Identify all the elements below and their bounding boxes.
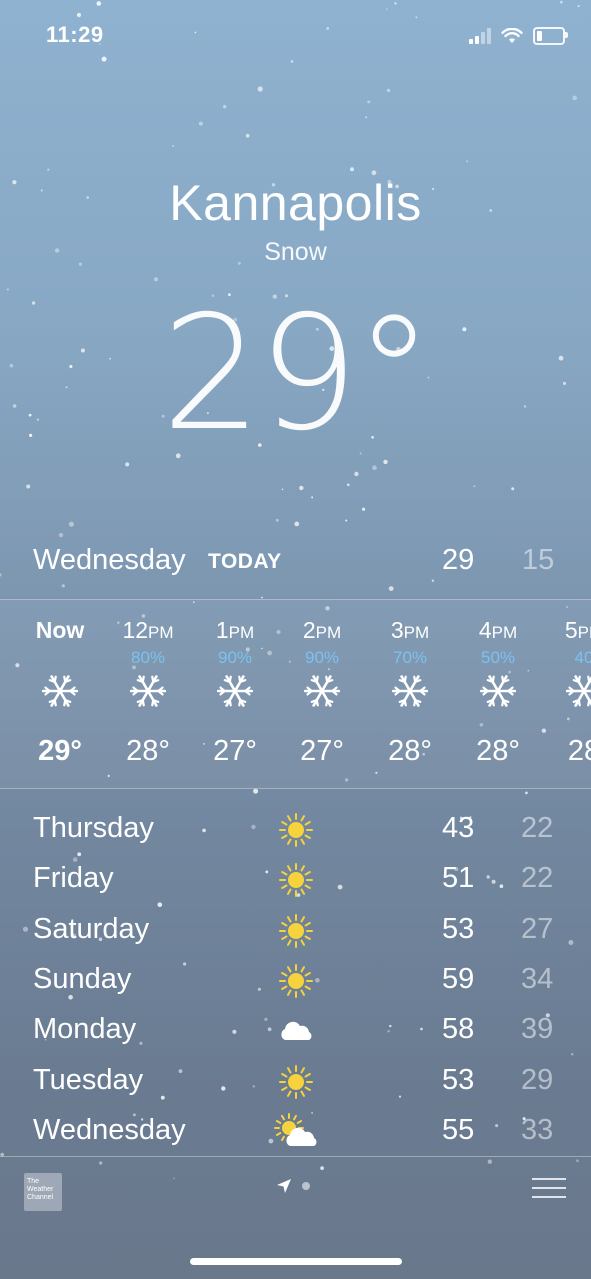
day-low: 33 [521, 1113, 554, 1146]
sun-icon [272, 860, 320, 900]
hour-temp: 28° [126, 735, 170, 767]
day-name: Friday [33, 862, 114, 895]
snowflake-icon [454, 666, 542, 716]
today-label: TODAY [208, 550, 282, 573]
hour-time: 5PM [564, 617, 591, 643]
day-name: Tuesday [33, 1063, 144, 1096]
partly-cloudy-icon [272, 1112, 320, 1152]
hour-temp: 28 [567, 735, 591, 767]
day-name: Sunday [33, 962, 132, 995]
day-high: 59 [442, 962, 475, 995]
precip-chance: 80% [130, 648, 166, 667]
daily-row: Sunday 59 34 [0, 957, 591, 1007]
day-name: Thursday [33, 812, 154, 844]
snowflake-icon [540, 666, 591, 716]
day-name: Wednesday [33, 1113, 186, 1146]
wifi-icon [501, 28, 523, 43]
home-indicator[interactable] [190, 1258, 402, 1265]
hour-temp: 28° [476, 735, 520, 767]
daily-row: Monday 58 39 [0, 1007, 591, 1057]
snowflake-icon [191, 666, 279, 716]
day-low: 22 [521, 862, 554, 895]
city-name: Kannapolis [169, 175, 422, 231]
current-condition: Snow [264, 238, 327, 266]
today-high: 29 [442, 544, 475, 576]
status-time: 11:29 [46, 22, 104, 47]
location-arrow-icon [277, 1179, 291, 1193]
hour-temp: 28° [388, 735, 432, 767]
daily-row: Thursday 43 22 [0, 806, 591, 856]
day-name: Monday [33, 1013, 137, 1046]
day-low: 22 [521, 812, 554, 844]
divider [0, 1156, 591, 1157]
day-high: 55 [442, 1113, 475, 1146]
precip-chance: 90% [304, 648, 340, 667]
day-name: Saturday [33, 912, 150, 945]
city-list-button[interactable] [532, 1178, 566, 1205]
day-high: 43 [442, 812, 475, 844]
sun-icon [272, 810, 320, 850]
hour-temp: 27° [300, 735, 344, 767]
hour-time: 3PM [390, 617, 430, 643]
today-summary-row: Wednesday TODAY 29 15 [0, 538, 591, 586]
precip-chance: 50% [480, 648, 516, 667]
degree-symbol: ° [354, 282, 434, 466]
day-high: 53 [442, 912, 475, 945]
day-high: 58 [442, 1013, 475, 1046]
current-temperature: 29° [0, 282, 591, 466]
hour-time: 2PM [302, 617, 342, 643]
daily-row: Friday 51 22 [0, 856, 591, 906]
day-high: 51 [442, 862, 475, 895]
snowflake-icon [278, 666, 366, 716]
day-low: 29 [521, 1063, 554, 1096]
daily-row: Saturday 53 27 [0, 907, 591, 957]
weather-channel-logo-link[interactable]: The Weather Channel [24, 1173, 62, 1211]
sun-icon [272, 1062, 320, 1102]
sun-icon [272, 961, 320, 1001]
snowflake-icon [16, 666, 104, 716]
hour-temp: 29° [38, 735, 82, 767]
precip-chance: 90% [217, 648, 253, 667]
battery-icon [533, 27, 568, 45]
sun-icon [272, 911, 320, 951]
precip-chance: 70% [392, 648, 428, 667]
divider [0, 788, 591, 789]
hour-time: 1PM [215, 617, 255, 643]
day-high: 53 [442, 1063, 475, 1096]
snowflake-icon [366, 666, 454, 716]
day-low: 27 [521, 912, 554, 945]
page-dot [302, 1182, 310, 1190]
page-indicator[interactable] [276, 1178, 310, 1194]
day-low: 39 [521, 1013, 554, 1046]
day-low: 34 [521, 962, 554, 995]
hour-time: 12PM [122, 617, 174, 643]
today-day: Wednesday [33, 544, 186, 576]
hourly-forecast-scroller[interactable]: Now 29° 12PM 80% 28° 1PM 90% 27° 2PM 90% 27° 3PM 70%… [0, 600, 591, 788]
status-icons [469, 24, 568, 48]
today-low: 15 [522, 544, 555, 576]
hour-temp: 27° [213, 735, 257, 767]
daily-row: Tuesday 53 29 [0, 1058, 591, 1108]
cloud-icon [272, 1011, 320, 1051]
temperature-value: 29 [161, 282, 358, 466]
snowflake-icon [104, 666, 192, 716]
precip-chance: 40 [574, 648, 591, 667]
cellular-signal-icon [469, 28, 491, 44]
daily-row: Wednesday 55 33 [0, 1108, 591, 1158]
hour-time: Now [35, 617, 85, 643]
hour-time: 4PM [478, 617, 518, 643]
